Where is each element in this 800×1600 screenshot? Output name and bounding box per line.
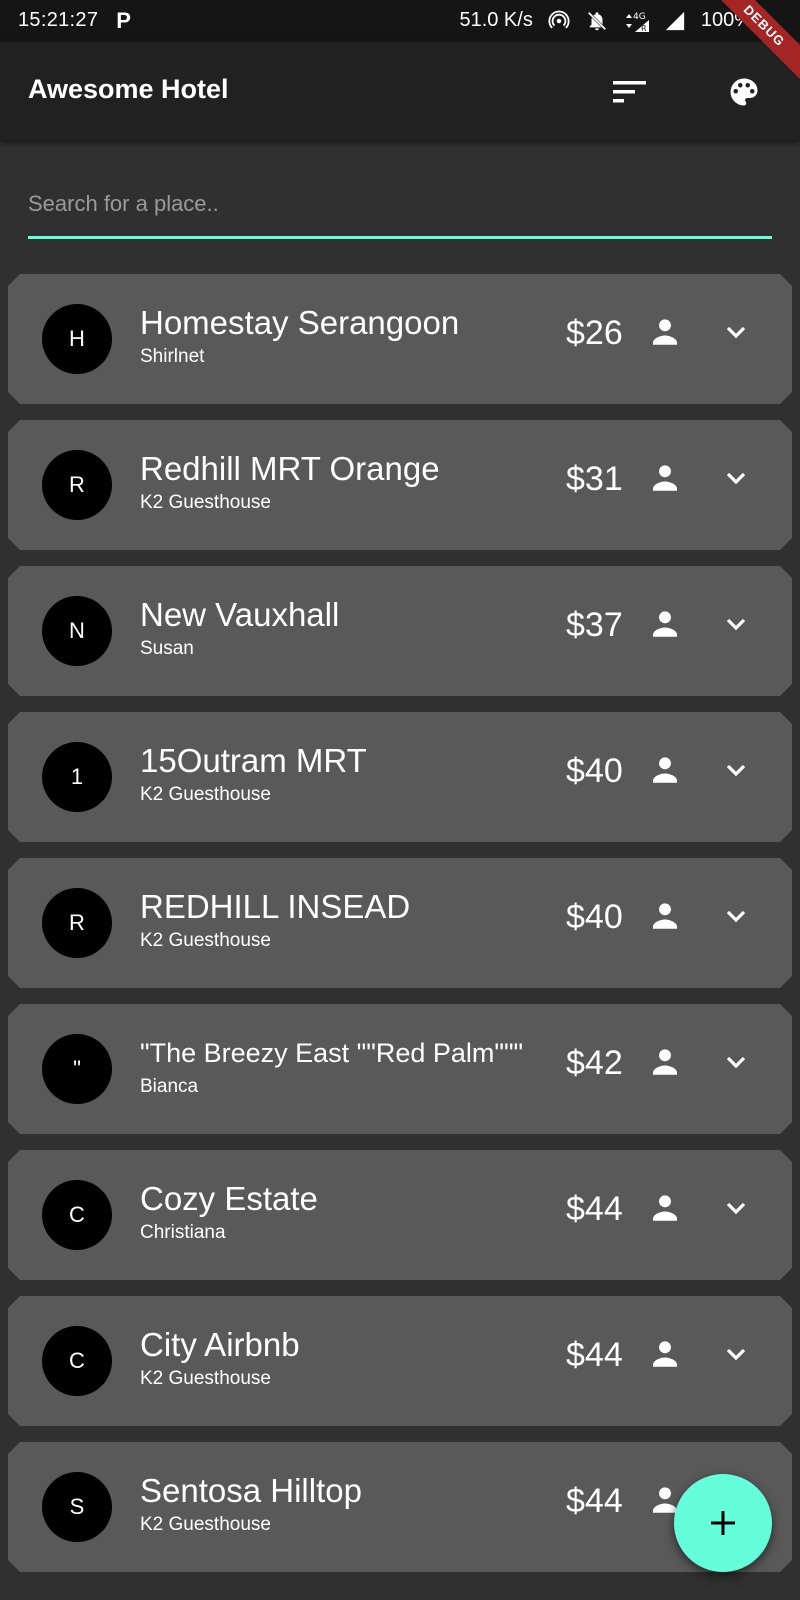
list-item[interactable]: R REDHILL INSEAD K2 Guesthouse $40 <box>8 858 792 988</box>
person-icon <box>652 319 678 345</box>
listing-title: REDHILL INSEAD <box>140 888 411 925</box>
listing-host: K2 Guesthouse <box>140 1514 271 1535</box>
status-time: 15:21:27 <box>18 9 99 31</box>
avatar: C <box>42 1326 112 1396</box>
list-item[interactable]: H Homestay Serangoon Shirlnet $26 <box>8 274 792 404</box>
listing-price: $31 <box>566 460 623 498</box>
palette-icon <box>730 78 758 106</box>
app-indicator-icon: P <box>116 7 131 33</box>
chevron-down-icon[interactable] <box>720 316 752 348</box>
listing-title: Sentosa Hilltop <box>140 1472 362 1509</box>
person-icon <box>652 1195 678 1221</box>
chevron-down-icon[interactable] <box>720 1192 752 1224</box>
listing-host: Bianca <box>140 1076 199 1097</box>
listing-host: Christiana <box>140 1222 226 1243</box>
chevron-down-icon[interactable] <box>720 754 752 786</box>
list-item[interactable]: N New Vauxhall Susan $37 <box>8 566 792 696</box>
person-icon <box>652 1341 678 1367</box>
listing-title: "The Breezy East ""Red Palm""" <box>140 1038 524 1068</box>
person-icon <box>652 903 678 929</box>
avatar: N <box>42 596 112 666</box>
app-bar: Awesome Hotel <box>0 42 800 140</box>
listing-price: $26 <box>566 314 623 352</box>
list-item[interactable]: S Sentosa Hilltop K2 Guesthouse $44 <box>8 1442 792 1572</box>
chevron-down-icon[interactable] <box>720 1338 752 1370</box>
person-icon <box>652 1049 678 1075</box>
listing-title: Cozy Estate <box>140 1180 318 1217</box>
avatar: 1 <box>42 742 112 812</box>
listing-host: Susan <box>140 638 194 659</box>
person-icon <box>652 611 678 637</box>
listing-price: $37 <box>566 606 623 644</box>
search-field <box>28 172 772 242</box>
listing-price: $40 <box>566 752 623 790</box>
list-item[interactable]: " "The Breezy East ""Red Palm""" Bianca … <box>8 1004 792 1134</box>
listing-host: K2 Guesthouse <box>140 784 271 805</box>
chevron-down-icon[interactable] <box>720 608 752 640</box>
avatar: R <box>42 888 112 958</box>
listing-price: $44 <box>566 1482 623 1520</box>
add-icon <box>711 1511 735 1535</box>
sort-icon <box>613 81 646 103</box>
listing-host: Shirlnet <box>140 346 205 367</box>
notifications-off-icon <box>587 11 607 30</box>
listing-title: City Airbnb <box>140 1326 300 1363</box>
listing-price: $44 <box>566 1190 623 1228</box>
add-button[interactable] <box>674 1474 772 1572</box>
avatar: H <box>42 304 112 374</box>
sort-button[interactable] <box>606 68 654 116</box>
svg-text:4G: 4G <box>633 12 646 22</box>
avatar: S <box>42 1472 112 1542</box>
person-icon <box>652 465 678 491</box>
net-speed: 51.0 K/s <box>459 9 533 31</box>
search-underline <box>28 236 772 239</box>
chevron-down-icon[interactable] <box>720 1046 752 1078</box>
listing-title: Homestay Serangoon <box>140 304 460 341</box>
listing-list: H Homestay Serangoon Shirlnet $26 R Redh… <box>8 274 792 1588</box>
listing-host: K2 Guesthouse <box>140 1368 271 1389</box>
listing-host: K2 Guesthouse <box>140 930 271 951</box>
person-icon <box>652 757 678 783</box>
signal-icon <box>665 11 685 30</box>
listing-price: $40 <box>566 898 623 936</box>
status-bar: 15:21:27 P 51.0 K/s 4G R 100% <box>0 0 800 42</box>
svg-text:R: R <box>641 24 647 32</box>
hotspot-icon <box>548 10 570 29</box>
app-title: Awesome Hotel <box>28 74 229 104</box>
list-item[interactable]: R Redhill MRT Orange K2 Guesthouse $31 <box>8 420 792 550</box>
search-input[interactable] <box>28 182 772 226</box>
chevron-down-icon[interactable] <box>720 900 752 932</box>
list-item[interactable]: C City Airbnb K2 Guesthouse $44 <box>8 1296 792 1426</box>
list-item[interactable]: 1 15Outram MRT K2 Guesthouse $40 <box>8 712 792 842</box>
listing-title: 15Outram MRT <box>140 742 367 779</box>
avatar: C <box>42 1180 112 1250</box>
listing-title: Redhill MRT Orange <box>140 450 440 487</box>
listing-title: New Vauxhall <box>140 596 340 633</box>
avatar: R <box>42 450 112 520</box>
listing-price: $44 <box>566 1336 623 1374</box>
theme-button[interactable] <box>720 68 768 116</box>
listing-price: $42 <box>566 1044 623 1082</box>
listing-host: K2 Guesthouse <box>140 492 271 513</box>
avatar: " <box>42 1034 112 1104</box>
data-4g-icon: 4G R <box>623 10 649 33</box>
chevron-down-icon[interactable] <box>720 462 752 494</box>
list-item[interactable]: C Cozy Estate Christiana $44 <box>8 1150 792 1280</box>
